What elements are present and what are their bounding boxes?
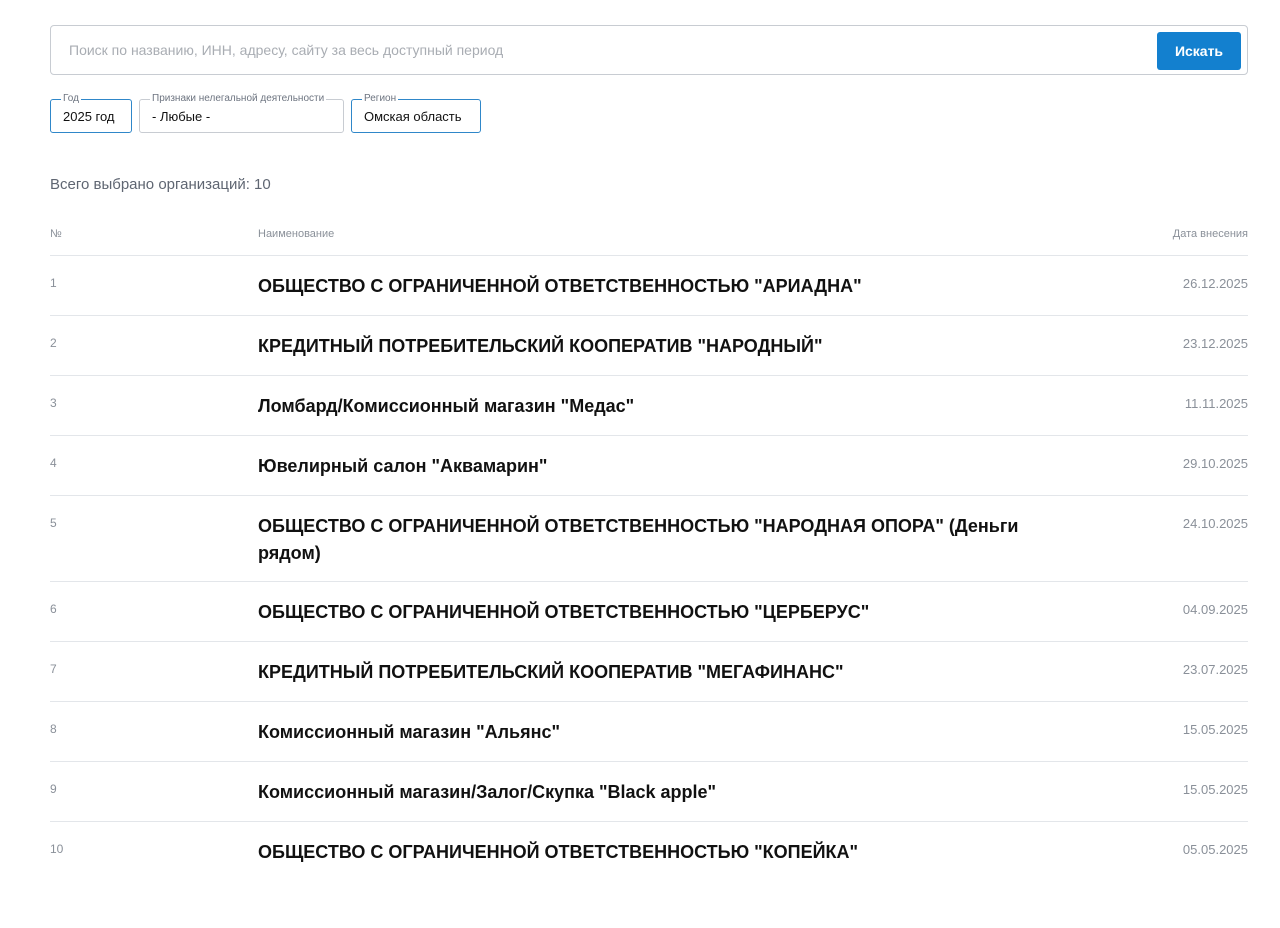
organization-name-link[interactable]: КРЕДИТНЫЙ ПОТРЕБИТЕЛЬСКИЙ КООПЕРАТИВ "НА…: [258, 333, 1058, 360]
table-row: 4 Ювелирный салон "Аквамарин" 29.10.2025: [50, 435, 1248, 495]
table-row: 3 Ломбард/Комиссионный магазин "Медас" 1…: [50, 375, 1248, 435]
column-header-date: Дата внесения: [1172, 228, 1248, 240]
table-row: 5 ОБЩЕСТВО С ОГРАНИЧЕННОЙ ОТВЕТСТВЕННОСТ…: [50, 495, 1248, 581]
organization-name-link[interactable]: Комиссионный магазин/Залог/Скупка "Black…: [258, 779, 1058, 806]
row-date: 24.10.2025: [1182, 516, 1248, 531]
filter-illegal-signs-value: - Любые -: [152, 109, 211, 124]
row-date: 23.12.2025: [1182, 336, 1248, 351]
table-row: 6 ОБЩЕСТВО С ОГРАНИЧЕННОЙ ОТВЕТСТВЕННОСТ…: [50, 581, 1248, 641]
row-number: 3: [50, 396, 57, 410]
organization-name-link[interactable]: ОБЩЕСТВО С ОГРАНИЧЕННОЙ ОТВЕТСТВЕННОСТЬЮ…: [258, 273, 1058, 300]
row-date: 23.07.2025: [1182, 662, 1248, 677]
organization-name-link[interactable]: Ломбард/Комиссионный магазин "Медас": [258, 393, 1058, 420]
row-date: 15.05.2025: [1182, 782, 1248, 797]
table-row: 7 КРЕДИТНЫЙ ПОТРЕБИТЕЛЬСКИЙ КООПЕРАТИВ "…: [50, 641, 1248, 701]
filter-region-value: Омская область: [364, 109, 462, 124]
total-count: Всего выбрано организаций: 10: [50, 176, 271, 193]
organization-name-link[interactable]: ОБЩЕСТВО С ОГРАНИЧЕННОЙ ОТВЕТСТВЕННОСТЬЮ…: [258, 839, 1058, 866]
row-date: 04.09.2025: [1182, 602, 1248, 617]
row-number: 2: [50, 336, 57, 350]
row-number: 5: [50, 516, 57, 530]
filter-region-legend: Регион: [362, 93, 399, 105]
row-number: 8: [50, 722, 57, 736]
filter-region[interactable]: Регион Омская область: [351, 93, 481, 133]
row-number: 1: [50, 276, 57, 290]
table-row: 9 Комиссионный магазин/Залог/Скупка "Bla…: [50, 761, 1248, 821]
row-number: 9: [50, 782, 57, 796]
table-row: 10 ОБЩЕСТВО С ОГРАНИЧЕННОЙ ОТВЕТСТВЕННОС…: [50, 821, 1248, 881]
column-header-name: Наименование: [258, 228, 335, 240]
row-number: 10: [50, 842, 64, 856]
row-number: 4: [50, 456, 57, 470]
organization-name-link[interactable]: Комиссионный магазин "Альянс": [258, 719, 1058, 746]
row-date: 05.05.2025: [1182, 842, 1248, 857]
filter-illegal-signs[interactable]: Признаки нелегальной деятельности - Любы…: [139, 93, 344, 133]
filter-year-legend: Год: [61, 93, 81, 105]
table-header: № Наименование Дата внесения: [50, 228, 1248, 244]
organizations-table: 1 ОБЩЕСТВО С ОГРАНИЧЕННОЙ ОТВЕТСТВЕННОСТ…: [50, 255, 1248, 881]
table-row: 1 ОБЩЕСТВО С ОГРАНИЧЕННОЙ ОТВЕТСТВЕННОСТ…: [50, 255, 1248, 315]
search-input[interactable]: [69, 26, 1149, 74]
filter-year-value: 2025 год: [63, 109, 115, 124]
search-button[interactable]: Искать: [1157, 32, 1241, 70]
row-date: 11.11.2025: [1184, 396, 1248, 411]
filter-illegal-signs-legend: Признаки нелегальной деятельности: [150, 93, 327, 105]
organization-name-link[interactable]: КРЕДИТНЫЙ ПОТРЕБИТЕЛЬСКИЙ КООПЕРАТИВ "МЕ…: [258, 659, 1058, 686]
table-row: 8 Комиссионный магазин "Альянс" 15.05.20…: [50, 701, 1248, 761]
search-bar: Искать: [50, 25, 1248, 75]
row-date: 15.05.2025: [1182, 722, 1248, 737]
row-date: 26.12.2025: [1182, 276, 1248, 291]
table-row: 2 КРЕДИТНЫЙ ПОТРЕБИТЕЛЬСКИЙ КООПЕРАТИВ "…: [50, 315, 1248, 375]
organization-name-link[interactable]: Ювелирный салон "Аквамарин": [258, 453, 1058, 480]
row-date: 29.10.2025: [1182, 456, 1248, 471]
row-number: 7: [50, 662, 57, 676]
row-number: 6: [50, 602, 57, 616]
page: Искать Год 2025 год Признаки нелегальной…: [0, 0, 1280, 928]
organization-name-link[interactable]: ОБЩЕСТВО С ОГРАНИЧЕННОЙ ОТВЕТСТВЕННОСТЬЮ…: [258, 513, 1058, 567]
column-header-number: №: [50, 228, 62, 240]
filter-year[interactable]: Год 2025 год: [50, 93, 132, 133]
organization-name-link[interactable]: ОБЩЕСТВО С ОГРАНИЧЕННОЙ ОТВЕТСТВЕННОСТЬЮ…: [258, 599, 1058, 626]
